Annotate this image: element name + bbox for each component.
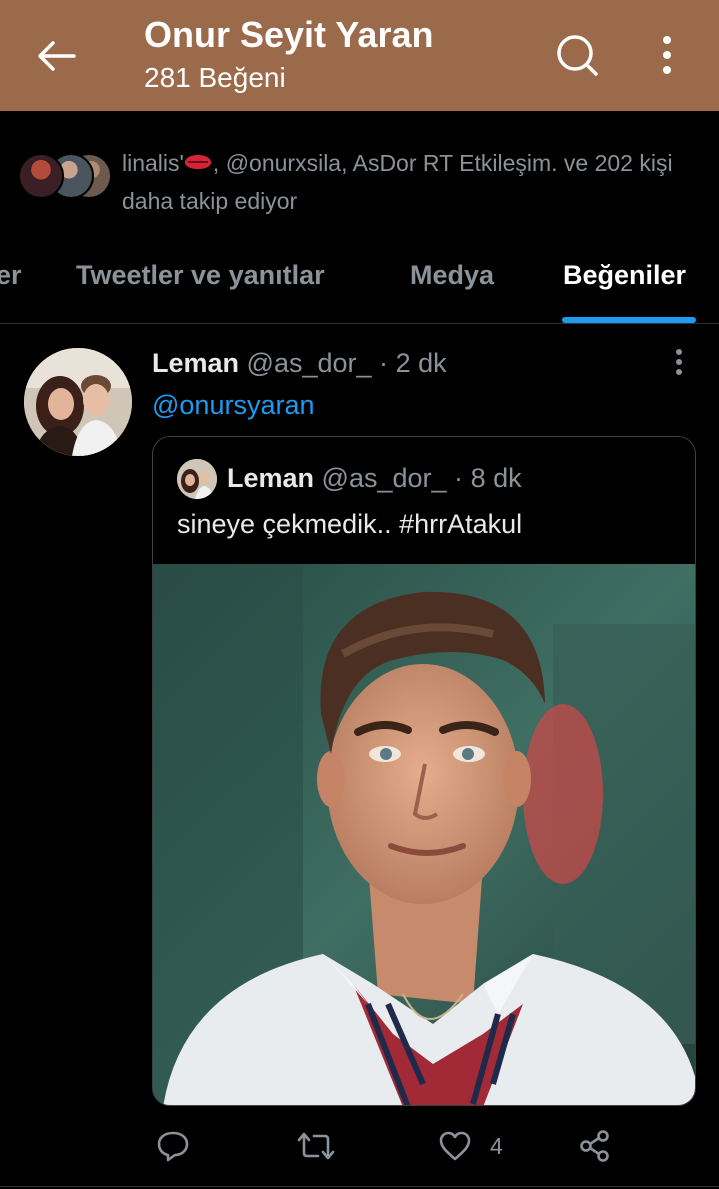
tweet-actions: 4 xyxy=(0,1124,719,1168)
profile-tabs: er Tweetler ve yanıtlar Medya Beğeniler xyxy=(0,240,719,324)
mutual-followers-text: linalis', @onurxsila, AsDor RT Etkileşim… xyxy=(122,144,682,220)
back-button[interactable] xyxy=(34,34,78,78)
quoted-text: sineye çekmedik.. #hrrAtakul xyxy=(177,509,523,539)
heart-icon xyxy=(439,1131,471,1161)
portrait-photo xyxy=(153,564,695,1105)
separator: · xyxy=(454,463,464,493)
follower-name: linalis' xyxy=(122,150,184,176)
like-button[interactable]: 4 xyxy=(438,1124,503,1168)
separator: · xyxy=(379,348,389,378)
profile-header: Onur Seyit Yaran 281 Beğeni xyxy=(0,0,719,111)
tab-tweets-and-replies[interactable]: Tweetler ve yanıtlar xyxy=(76,260,325,291)
search-button[interactable] xyxy=(552,30,602,80)
tweet-time[interactable]: 2 dk xyxy=(396,348,447,378)
reply-icon xyxy=(157,1131,189,1162)
search-icon xyxy=(557,35,598,76)
more-vertical-icon xyxy=(663,36,671,74)
retweet-icon xyxy=(297,1132,335,1160)
more-options-button[interactable] xyxy=(650,32,684,78)
share-button[interactable] xyxy=(578,1124,612,1168)
avatar[interactable] xyxy=(24,348,132,456)
likes-count: 281 Beğeni xyxy=(144,62,286,93)
like-count: 4 xyxy=(490,1132,503,1159)
quoted-photo[interactable] xyxy=(153,564,695,1105)
arrow-left-icon xyxy=(38,41,76,71)
profile-name: Onur Seyit Yaran xyxy=(144,14,434,55)
tweet-header: Leman @as_dor_ · 2 dk xyxy=(152,348,447,379)
tab-media[interactable]: Medya xyxy=(410,260,494,291)
divider xyxy=(0,1186,719,1187)
share-icon xyxy=(580,1130,609,1162)
more-vertical-icon xyxy=(676,349,682,375)
mention-link[interactable]: @onursyaran xyxy=(152,390,315,421)
retweet-button[interactable] xyxy=(296,1124,336,1168)
author-name[interactable]: Leman xyxy=(152,348,239,378)
quoted-tweet[interactable]: Leman @as_dor_ · 8 dk sineye çekmedik.. … xyxy=(152,436,696,1106)
quoted-author-name: Leman xyxy=(227,463,315,493)
avatar-photo xyxy=(24,348,132,456)
tab-likes[interactable]: Beğeniler xyxy=(563,260,686,291)
quoted-avatar xyxy=(177,459,217,499)
quoted-author-handle: @as_dor_ xyxy=(321,463,447,493)
tab-tweets[interactable]: er xyxy=(0,260,22,291)
reply-button[interactable] xyxy=(156,1124,190,1168)
quoted-header: Leman @as_dor_ · 8 dk xyxy=(227,463,522,494)
mutual-followers[interactable]: linalis', @onurxsila, AsDor RT Etkileşim… xyxy=(18,140,708,220)
kiss-emoji-icon xyxy=(184,155,211,169)
tweet-more-button[interactable] xyxy=(666,348,692,378)
author-handle[interactable]: @as_dor_ xyxy=(247,348,372,378)
quoted-time: 8 dk xyxy=(470,463,522,493)
active-tab-indicator xyxy=(562,317,696,323)
follower-avatar xyxy=(18,153,64,199)
tweet[interactable]: Leman @as_dor_ · 2 dk @onursyaran Leman … xyxy=(0,324,719,1189)
